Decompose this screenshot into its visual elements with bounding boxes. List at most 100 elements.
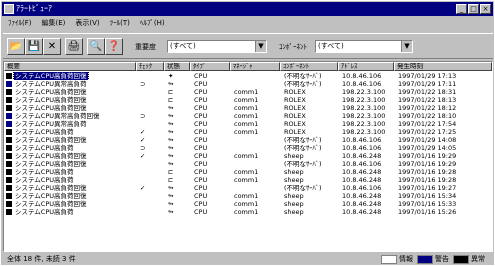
column-status[interactable]: 状態 [164,62,190,71]
row-summary-text: システムCPU高負荷回復 [15,200,87,208]
severity-icon [6,177,12,183]
row-status-icon: ↬ [168,152,174,160]
table-row[interactable]: システムCPU高負荷回復 ✓ ↬ CPU (不明なｻｰﾊﾞ) 10.8.46.106 199… [4,136,492,144]
table-row[interactable]: システムCPU高負荷 ✓ ↬ CPU comm1 ROLEX 198.22.3.100 199… [4,128,492,136]
component-select[interactable]: (すべて) ▼ [315,40,413,53]
legend-error: 異常 [453,254,485,264]
severity-icon [6,97,12,103]
row-status-icon: ↬ [168,104,174,112]
row-check: ✓ [140,136,146,144]
row-manager: comm1 [234,192,259,200]
table-row[interactable]: システムCPU異常高負荷 ↬ CPU comm1 ROLEX 198.22.3.100 19… [4,120,492,128]
row-type: CPU [194,160,208,168]
delete-icon[interactable]: ✕ [43,38,61,55]
print-icon[interactable]: 🖨 [65,38,83,55]
severity-icon [6,105,12,111]
row-manager [234,144,278,152]
column-time[interactable]: 発生時刻 [394,62,492,71]
row-status-icon: ↬ [168,160,174,168]
alert-list[interactable]: 概要 ﾁｪｯｸ 状態 ﾀｲﾌﾟ ﾏﾈｰｼﾞｬ ｺﾝﾎﾟｰﾈﾝﾄ ｱﾄﾞﾚｽ 発生… [3,61,493,252]
row-manager: comm1 [234,168,259,176]
row-status-icon: ↬ [168,208,174,216]
table-row[interactable]: システムCPU高負荷回復 ↬ CPU comm1 sheep 10.8.46.248 199… [4,192,492,200]
row-type: CPU [194,184,208,192]
row-component: ROLEX [284,96,306,104]
legend-warning: 警告 [417,254,449,264]
menu-view[interactable]: 表示(V) [70,17,104,30]
row-summary: システムCPU高負荷回復 [4,104,134,112]
help-icon[interactable]: ❓ [105,38,123,55]
severity-icon [6,89,12,95]
close-button[interactable]: × [480,4,491,14]
table-row[interactable]: システムCPU高負荷 ⊏ CPU comm1 sheep 10.8.46.248 1997/… [4,176,492,184]
table-row[interactable]: システムCPU高負荷 ↬ CPU comm1 sheep 10.8.46.248 1997/… [4,208,492,216]
legend-warning-label: 警告 [435,255,449,263]
table-row[interactable]: システムCPU異常高負荷回復 ⊃ ↬ CPU comm1 ROLEX 198.22.3.10… [4,112,492,120]
row-component: ROLEX [284,104,306,112]
menu-edit[interactable]: 編集(E) [37,17,71,30]
severity-icon [6,73,12,79]
row-summary-text: システムCPU異常高負荷回復 [15,112,100,120]
table-row[interactable]: システムCPU高負荷回復 ✦ CPU (不明なｻｰﾊﾞ) 10.8.46.106 1997… [4,72,492,80]
row-summary: システムCPU高負荷回復 [4,72,134,80]
row-type: CPU [194,208,208,216]
row-address: 10.8.46.248 [342,176,382,184]
table-row[interactable]: システムCPU異常高負荷 ⊃ ↬ CPU (不明なｻｰﾊﾞ) 10.8.46.106 199… [4,80,492,88]
save-icon[interactable]: 💾 [25,38,43,55]
row-manager: comm1 [234,200,259,208]
row-address: 198.22.3.100 [342,88,386,96]
table-row[interactable]: システムCPU高負荷回復 ✓ ↬ CPU comm1 sheep 10.8.46.248 19… [4,152,492,160]
column-address[interactable]: ｱﾄﾞﾚｽ [338,62,394,71]
row-address: 10.8.46.106 [342,136,382,144]
find-icon[interactable]: 🔍 [87,38,105,55]
column-type[interactable]: ﾀｲﾌﾟ [190,62,230,71]
row-type: CPU [194,144,208,152]
maximize-button[interactable]: □ [468,4,479,14]
row-time: 1997/01/16 19:29 [398,160,457,168]
chevron-down-icon[interactable]: ▼ [401,41,412,52]
row-summary-text: システムCPU異常高負荷 [15,120,87,128]
table-row[interactable]: システムCPU高負荷回復 ⊏ CPU comm1 ROLEX 198.22.3.100 19… [4,96,492,104]
severity-icon [6,153,12,159]
severity-select[interactable]: (すべて) ▼ [167,40,267,53]
row-address: 10.8.46.106 [342,80,382,88]
row-summary-text: システムCPU高負荷 [15,176,74,184]
table-row[interactable]: システムCPU高負荷回復 ↬ CPU comm1 sheep 10.8.46.248 199… [4,200,492,208]
table-row[interactable]: システムCPU高負荷回復 ↬ CPU comm1 ROLEX 198.22.3.100 19… [4,104,492,112]
row-component: sheep [284,192,304,200]
open-icon[interactable]: 📂 [7,38,25,55]
row-time: 1997/01/22 17:25 [398,128,457,136]
table-row[interactable]: システムCPU高負荷 ⊃ ↬ CPU (不明なｻｰﾊﾞ) 10.8.46.106 1997/… [4,144,492,152]
row-summary-text: システムCPU高負荷回復 [15,96,87,104]
column-summary[interactable]: 概要 [4,62,136,71]
component-select-value: (すべて) [318,42,344,50]
severity-icon [6,201,12,207]
minimize-button[interactable]: _ [456,4,467,14]
row-check: ⊃ [140,144,146,152]
row-status-icon: ↬ [168,128,174,136]
table-row[interactable]: システムCPU高負荷回復 ✓ ↬ CPU (不明なｻｰﾊﾞ) 10.8.46.106 199… [4,184,492,192]
row-check [140,200,162,208]
menu-tools[interactable]: ﾂｰﾙ(T) [105,17,135,30]
row-component: (不明なｻｰﾊﾞ) [284,144,322,152]
row-summary: システムCPU高負荷 [4,176,134,184]
table-row[interactable]: システムCPU高負荷回復 ↬ CPU (不明なｻｰﾊﾞ) 10.8.46.106 1997… [4,160,492,168]
row-status-icon: ✦ [168,72,174,80]
column-manager[interactable]: ﾏﾈｰｼﾞｬ [230,62,280,71]
table-row[interactable]: システムCPU高負荷 ⊏ CPU comm1 sheep 10.8.46.248 1997/… [4,168,492,176]
menu-file[interactable]: ﾌｧｲﾙ(F) [3,17,37,30]
row-check [140,96,162,104]
severity-icon [6,113,12,119]
column-component[interactable]: ｺﾝﾎﾟｰﾈﾝﾄ [280,62,338,71]
severity-icon [6,193,12,199]
chevron-down-icon[interactable]: ▼ [255,41,266,52]
menu-help[interactable]: ﾍﾙﾌﾟ(H) [135,17,170,30]
row-address: 10.8.46.248 [342,168,382,176]
title-bar[interactable]: ｱﾗｰﾄﾋﾞｭｰｱ _ □ × [2,2,493,16]
row-component: (不明なｻｰﾊﾞ) [284,184,322,192]
column-check[interactable]: ﾁｪｯｸ [136,62,164,71]
severity-icon [6,137,12,143]
table-row[interactable]: システムCPU高負荷回復 ⊏ CPU comm1 ROLEX 198.22.3.100 19… [4,88,492,96]
row-time: 1997/01/22 18:12 [398,104,457,112]
row-time: 1997/01/16 19:28 [398,176,457,184]
